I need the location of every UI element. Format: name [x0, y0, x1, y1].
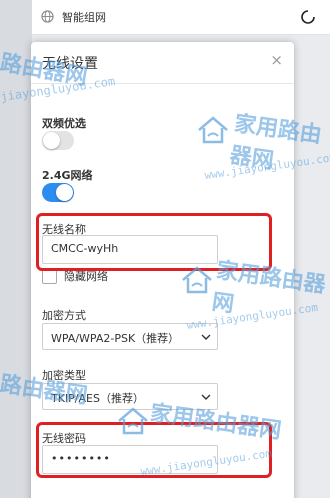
top-bar: 智能组网 — [32, 0, 330, 35]
loading-spinner-icon — [301, 10, 315, 24]
password-highlight-box — [36, 422, 272, 478]
encryption-mode-label: 加密方式 — [42, 309, 86, 322]
band-24g-toggle[interactable] — [42, 183, 74, 202]
dialog-header: 无线设置 × — [31, 42, 294, 84]
band-24g-label: 2.4G网络 — [42, 169, 93, 182]
encryption-mode-select[interactable]: WPA/WPA2-PSK（推荐） — [42, 323, 218, 350]
encryption-type-label: 加密类型 — [42, 369, 86, 382]
toggle-knob — [43, 132, 60, 149]
app-screen: 智能组网 无线设置 × 双频优选 2.4G网络 无线名称 CMCC-wyHh 隐… — [0, 0, 330, 498]
globe-icon — [41, 10, 54, 23]
background-panel — [0, 0, 32, 498]
dual-band-label: 双频优选 — [42, 117, 86, 130]
network-name-label: 智能组网 — [62, 11, 106, 24]
encryption-type-value: TKIP/AES（推荐） — [51, 392, 144, 405]
dual-band-toggle[interactable] — [42, 131, 74, 150]
encryption-type-select[interactable]: TKIP/AES（推荐） — [42, 383, 218, 410]
chevron-down-icon — [201, 394, 211, 400]
hide-network-checkbox[interactable] — [42, 269, 57, 284]
ssid-highlight-box — [36, 213, 272, 271]
dialog-title: 无线设置 — [42, 56, 98, 72]
close-icon[interactable]: × — [270, 51, 283, 69]
toggle-knob — [56, 184, 73, 201]
encryption-mode-value: WPA/WPA2-PSK（推荐） — [51, 332, 180, 345]
chevron-down-icon — [201, 334, 211, 340]
